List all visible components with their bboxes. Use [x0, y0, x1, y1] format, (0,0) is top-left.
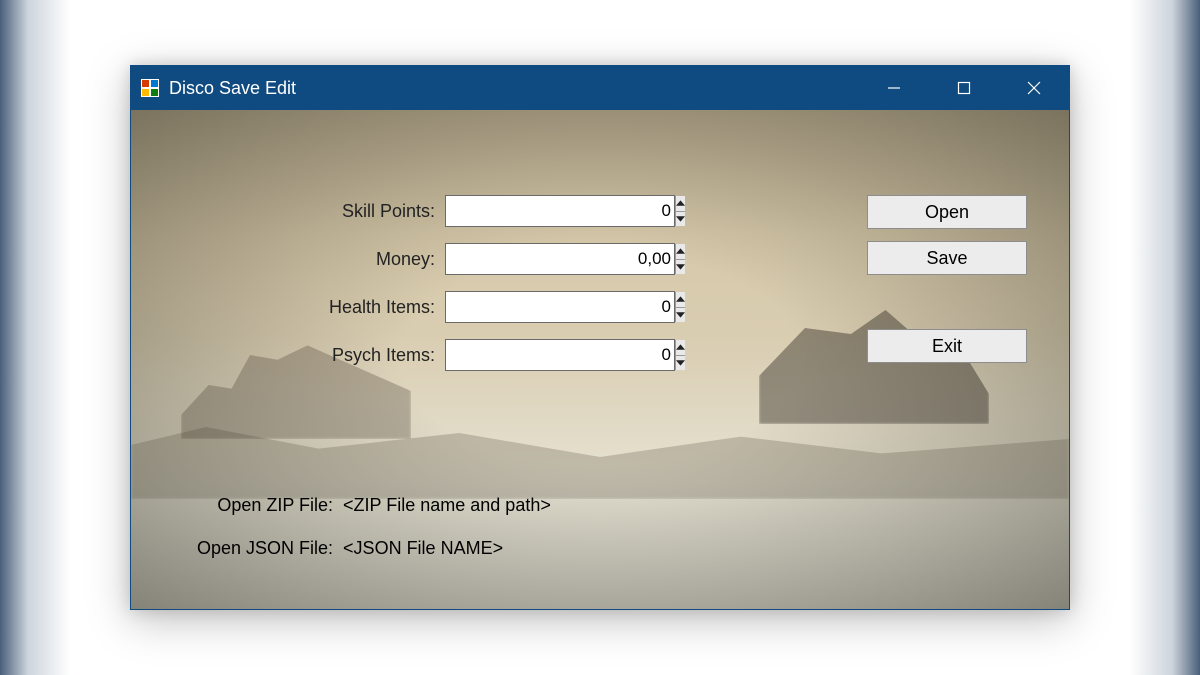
form-grid: Skill Points: Money: Health Items:	[281, 195, 675, 371]
file-info: Open ZIP File: <ZIP File name and path> …	[197, 495, 551, 559]
money-up-button[interactable]	[676, 244, 685, 259]
money-label: Money:	[281, 249, 441, 270]
exit-button[interactable]: Exit	[867, 329, 1027, 363]
json-file-label: Open JSON File:	[197, 538, 333, 559]
skill-points-stepper[interactable]	[445, 195, 675, 227]
client-area: Skill Points: Money: Health Items:	[131, 110, 1069, 609]
open-button[interactable]: Open	[867, 195, 1027, 229]
maximize-icon	[957, 81, 971, 95]
title-bar[interactable]: Disco Save Edit	[131, 66, 1069, 110]
chevron-up-icon	[676, 200, 685, 207]
window-title: Disco Save Edit	[169, 78, 296, 99]
psych-items-input[interactable]	[446, 340, 675, 370]
psych-items-label: Psych Items:	[281, 345, 441, 366]
chevron-down-icon	[676, 359, 685, 366]
money-input[interactable]	[446, 244, 675, 274]
zip-file-label: Open ZIP File:	[197, 495, 333, 516]
save-button[interactable]: Save	[867, 241, 1027, 275]
psych-items-up-button[interactable]	[676, 340, 685, 355]
health-items-down-button[interactable]	[676, 307, 685, 323]
psych-items-down-button[interactable]	[676, 355, 685, 371]
health-items-input[interactable]	[446, 292, 675, 322]
minimize-button[interactable]	[859, 66, 929, 110]
json-file-value: <JSON File NAME>	[343, 538, 551, 559]
maximize-button[interactable]	[929, 66, 999, 110]
chevron-up-icon	[676, 344, 685, 351]
skill-points-down-button[interactable]	[676, 211, 685, 227]
chevron-down-icon	[676, 311, 685, 318]
health-items-up-button[interactable]	[676, 292, 685, 307]
skill-points-input[interactable]	[446, 196, 675, 226]
app-icon	[141, 79, 159, 97]
psych-items-stepper[interactable]	[445, 339, 675, 371]
health-items-label: Health Items:	[281, 297, 441, 318]
close-icon	[1027, 81, 1041, 95]
side-buttons: Open Save Exit	[867, 195, 1027, 363]
zip-file-value: <ZIP File name and path>	[343, 495, 551, 516]
minimize-icon	[887, 81, 901, 95]
chevron-down-icon	[676, 263, 685, 270]
chevron-down-icon	[676, 215, 685, 222]
money-stepper[interactable]	[445, 243, 675, 275]
chevron-up-icon	[676, 248, 685, 255]
app-window: Disco Save Edit Skill Points: Money:	[130, 65, 1070, 610]
health-items-stepper[interactable]	[445, 291, 675, 323]
skill-points-up-button[interactable]	[676, 196, 685, 211]
skill-points-label: Skill Points:	[281, 201, 441, 222]
close-button[interactable]	[999, 66, 1069, 110]
chevron-up-icon	[676, 296, 685, 303]
money-down-button[interactable]	[676, 259, 685, 275]
